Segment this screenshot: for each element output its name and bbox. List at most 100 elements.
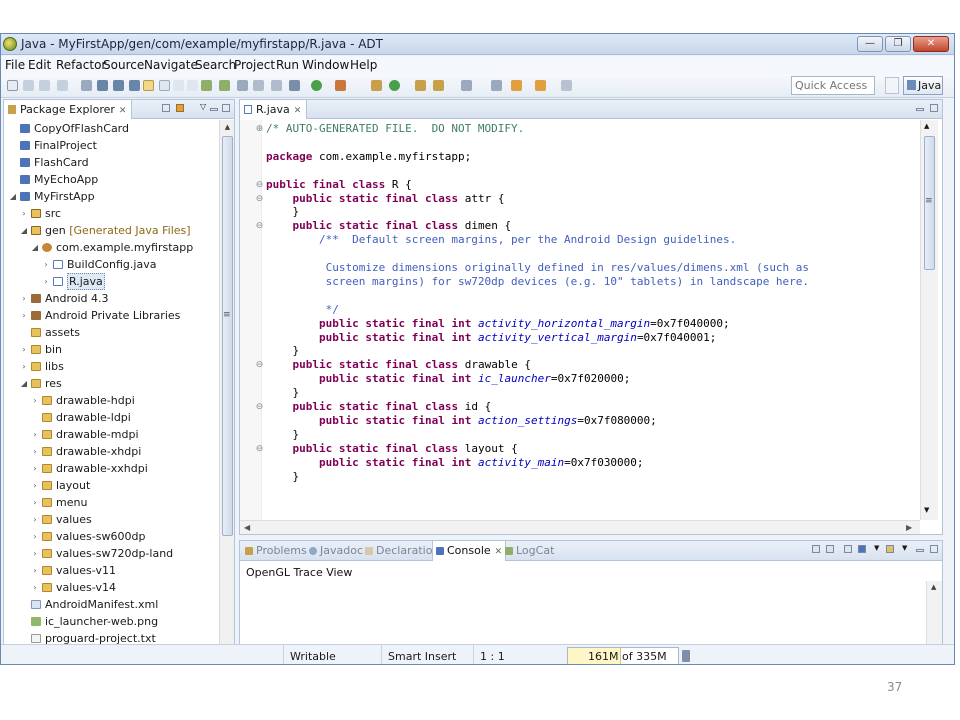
menu-window[interactable]: Window [302,58,349,72]
pin-icon[interactable] [271,80,282,91]
tree-item[interactable]: › BuildConfig.java [4,256,219,273]
collapse-fold-icon[interactable]: ⊖ [255,219,264,233]
close-button[interactable]: ✕ [913,36,949,52]
download-icon[interactable] [97,80,108,91]
tree-item[interactable]: assets [4,324,219,341]
forward-icon[interactable] [535,80,546,91]
open-perspective-button[interactable] [885,77,899,94]
tree-expanded-icon[interactable]: ◢ [8,188,18,205]
editor-horizontal-scrollbar[interactable]: ◀ ▶ [240,520,920,534]
tree-collapsed-icon[interactable]: › [19,205,29,222]
tree-item[interactable]: ◢ res [4,375,219,392]
tree-collapsed-icon[interactable]: › [30,494,40,511]
console-clear-icon[interactable] [812,545,820,553]
console-scroll-up-icon[interactable]: ▲ [931,583,936,591]
tree-item[interactable]: › drawable-mdpi [4,426,219,443]
tree-collapsed-icon[interactable]: › [30,511,40,528]
menu-file[interactable]: File [5,58,25,72]
tree-collapsed-icon[interactable]: › [30,392,40,409]
history-icon[interactable] [561,80,572,91]
lint-icon[interactable] [201,80,212,91]
tab-declaration[interactable]: Declaration [362,541,442,561]
tree-item[interactable]: drawable-ldpi [4,409,219,426]
view-maximize-icon[interactable] [222,104,230,112]
tree-collapsed-icon[interactable]: › [30,545,40,562]
tree-item[interactable]: › bin [4,341,219,358]
tree-item[interactable]: › values-v14 [4,579,219,596]
view-minimize-icon[interactable] [210,108,218,111]
menu-refactor[interactable]: Refactor [56,58,106,72]
tree-item[interactable]: › layout [4,477,219,494]
tree-item[interactable]: ◢ gen [Generated Java Files] [4,222,219,239]
save-icon[interactable] [23,80,34,91]
tree-collapsed-icon[interactable]: › [41,256,51,273]
new-java-project-icon[interactable] [371,80,382,91]
menu-edit[interactable]: Edit [28,58,51,72]
tree-item[interactable]: › menu [4,494,219,511]
console-scroll-lock-icon[interactable] [826,545,834,553]
avd-manager-icon[interactable] [113,80,124,91]
editor-vertical-scrollbar[interactable]: ▲ ≡ ▼ [920,120,938,520]
next-annotation-icon[interactable] [237,80,248,91]
tree-collapsed-icon[interactable]: › [30,562,40,579]
tree-item[interactable]: › src [4,205,219,222]
tree-item[interactable]: › Android 4.3 [4,290,219,307]
tree-collapsed-icon[interactable]: › [19,307,29,324]
tree-item[interactable]: › values-sw600dp [4,528,219,545]
tab-console[interactable]: Console ✕ [432,541,507,561]
editor-maximize-icon[interactable] [930,104,938,112]
editor-tab-close-icon[interactable]: ✕ [294,106,302,116]
editor-tab-r-java[interactable]: R.java ✕ [240,100,308,119]
heap-status[interactable]: 161M of 335M [567,647,679,664]
tree-item[interactable]: MyEchoApp [4,171,219,188]
package-explorer-scrollbar[interactable]: ▲ ≡ ▼ [219,120,234,664]
tree-item[interactable]: › libs [4,358,219,375]
tree-item[interactable]: AndroidManifest.xml [4,596,219,613]
debug-icon[interactable] [289,80,300,91]
console-minimize-icon[interactable] [916,549,924,552]
expand-fold-icon[interactable]: ⊕ [255,122,264,136]
link-editor-icon[interactable] [176,104,184,112]
scroll-thumb[interactable] [222,136,233,536]
collapse-fold-icon[interactable]: ⊖ [255,400,264,414]
tree-collapsed-icon[interactable]: › [19,341,29,358]
tree-item[interactable]: › drawable-xxhdpi [4,460,219,477]
tree-collapsed-icon[interactable]: › [30,528,40,545]
block-select-icon[interactable] [173,80,184,91]
java-perspective-button[interactable]: Java [903,76,943,95]
tree-collapsed-icon[interactable]: › [30,443,40,460]
tree-expanded-icon[interactable]: ◢ [30,239,40,256]
toggle-mark-icon[interactable] [143,80,154,91]
quick-access-input[interactable] [791,76,875,95]
open-console-icon[interactable] [886,545,894,553]
editor-scroll-left-icon[interactable]: ◀ [244,523,250,532]
prev-annotation-icon[interactable] [253,80,264,91]
back-icon[interactable] [511,80,522,91]
open-type-icon[interactable] [433,80,444,91]
tree-item[interactable]: › values-v11 [4,562,219,579]
editor-scroll-down-icon[interactable]: ▼ [924,506,929,514]
menu-navigate[interactable]: Navigate [144,58,198,72]
whitespace-icon[interactable] [187,80,198,91]
new-package-icon[interactable] [389,80,400,91]
package-explorer-tab[interactable]: Package Explorer ✕ [4,100,133,119]
tree-expanded-icon[interactable]: ◢ [19,222,29,239]
tree-expanded-icon[interactable]: ◢ [19,375,29,392]
check-icon[interactable] [219,80,230,91]
tree-collapsed-icon[interactable]: › [30,579,40,596]
collapse-fold-icon[interactable]: ⊖ [255,178,264,192]
tree-item[interactable]: › drawable-hdpi [4,392,219,409]
menu-help[interactable]: Help [350,58,377,72]
scroll-up-icon[interactable]: ▲ [222,122,233,133]
menu-search[interactable]: Search [195,58,236,72]
run-icon[interactable] [311,80,322,91]
tree-collapsed-icon[interactable]: › [41,273,51,290]
search-icon[interactable] [461,80,472,91]
editor-scroll-up-icon[interactable]: ▲ [924,122,929,130]
tree-item[interactable]: › Android Private Libraries [4,307,219,324]
sdk-manager-icon[interactable] [81,80,92,91]
tree-collapsed-icon[interactable]: › [19,290,29,307]
tab-logcat[interactable]: LogCat [502,541,557,561]
mark-occurrences-icon[interactable] [159,80,170,91]
tree-item[interactable]: ic_launcher-web.png [4,613,219,630]
